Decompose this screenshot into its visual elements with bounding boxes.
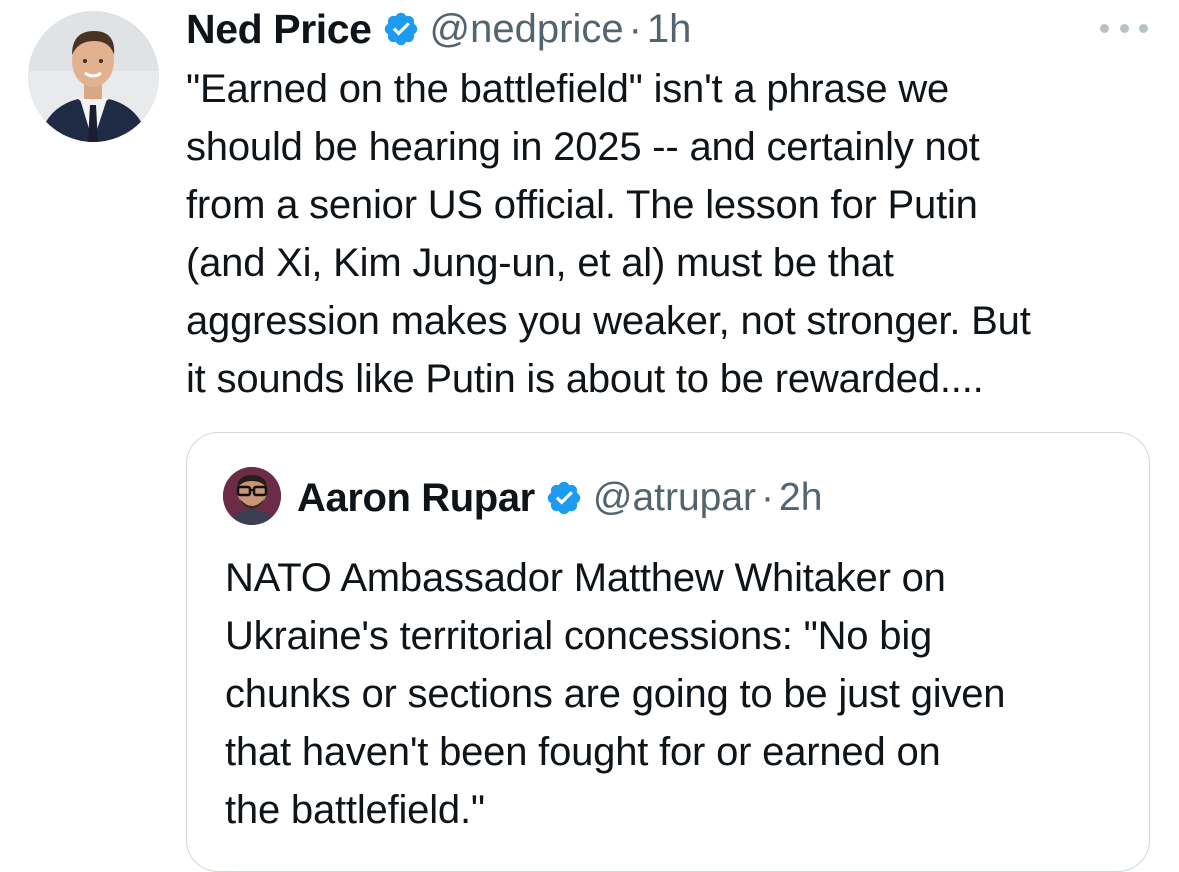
author-display-name[interactable]: Ned Price xyxy=(186,6,372,53)
more-dot xyxy=(1100,23,1109,33)
tweet-text: "Earned on the battlefield" isn't a phra… xyxy=(186,67,1031,401)
author-avatar[interactable] xyxy=(28,11,159,142)
tweet[interactable]: Ned Price @nedprice · 1h "Earned on the … xyxy=(0,0,1179,872)
quoted-tweet-text: NATO Ambassador Matthew Whitaker on Ukra… xyxy=(225,556,1006,832)
quoted-author-display-name[interactable]: Aaron Rupar xyxy=(297,476,535,521)
quoted-author-avatar-image xyxy=(223,467,281,525)
quoted-tweet[interactable]: Aaron Rupar @atrupar · 2h NATO Ambassado… xyxy=(186,432,1150,872)
more-dot xyxy=(1119,23,1129,33)
quoted-author-handle[interactable]: @atrupar xyxy=(593,476,756,520)
quoted-tweet-timestamp[interactable]: 2h xyxy=(779,476,822,520)
header-separator: · xyxy=(628,6,642,51)
quoted-header-separator: · xyxy=(761,476,775,519)
more-options-icon[interactable] xyxy=(1100,18,1148,38)
tweet-header: Ned Price @nedprice · 1h xyxy=(186,2,691,56)
quoted-tweet-header: Aaron Rupar @atrupar · 2h xyxy=(297,473,822,523)
author-avatar-image xyxy=(28,11,159,142)
tweet-timestamp[interactable]: 1h xyxy=(647,7,692,52)
verified-badge-icon xyxy=(382,10,420,48)
verified-badge-icon xyxy=(545,479,583,517)
author-handle[interactable]: @nedprice xyxy=(430,7,624,52)
more-dot xyxy=(1139,23,1148,33)
quoted-author-avatar[interactable] xyxy=(223,467,281,525)
